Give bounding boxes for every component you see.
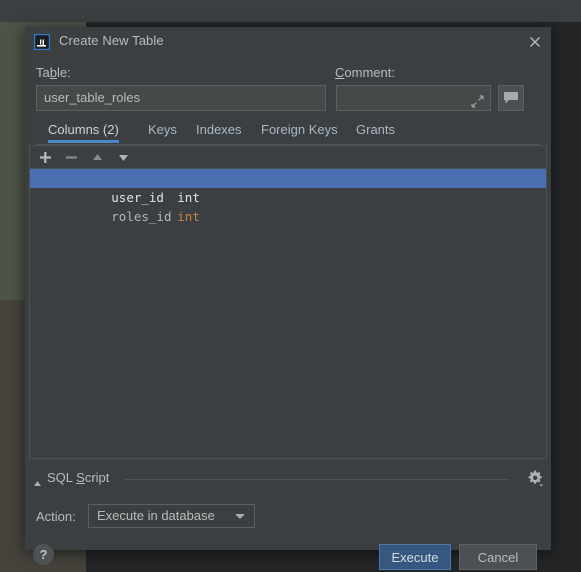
entity-tabs: Columns (2) Keys Indexes Foreign Keys Gr…	[36, 118, 540, 145]
action-select-value: Execute in database	[97, 508, 215, 523]
comment-label: Comment:	[335, 65, 395, 80]
desktop-top-strip	[0, 0, 581, 22]
create-new-table-dialog: IJ Create New Table Table: Comment: user…	[25, 27, 551, 570]
dialog-titlebar: IJ Create New Table	[25, 27, 551, 57]
sql-script-divider	[124, 479, 509, 480]
minus-icon[interactable]	[63, 149, 80, 166]
chevron-down-icon	[235, 514, 245, 519]
tab-grants[interactable]: Grants	[356, 118, 395, 143]
columns-toolbar	[30, 146, 546, 169]
columns-panel: user_id int roles_id int	[29, 145, 547, 459]
table-row[interactable]: user_id int	[30, 169, 546, 205]
help-button[interactable]: ?	[33, 544, 54, 565]
column-name: roles_id	[111, 209, 172, 224]
sql-script-section-header: SQL Script	[29, 470, 547, 488]
columns-list[interactable]: user_id int roles_id int	[30, 169, 546, 458]
execute-button[interactable]: Execute	[379, 544, 451, 570]
table-name-label: Table:	[36, 65, 71, 80]
gear-icon[interactable]	[527, 470, 545, 488]
arrow-down-icon[interactable]	[115, 149, 132, 166]
expand-icon[interactable]	[471, 92, 484, 108]
table-row[interactable]: roles_id int	[30, 188, 546, 224]
action-select[interactable]: Execute in database	[88, 504, 255, 528]
tab-keys[interactable]: Keys	[148, 118, 177, 143]
comment-bubble-icon[interactable]	[498, 85, 524, 111]
sql-script-label[interactable]: SQL Script	[47, 470, 109, 485]
comment-input[interactable]	[336, 85, 491, 111]
dialog-title: Create New Table	[59, 33, 164, 48]
plus-icon[interactable]	[37, 149, 54, 166]
tab-indexes[interactable]: Indexes	[196, 118, 242, 143]
tab-columns[interactable]: Columns (2)	[48, 118, 119, 143]
triangle-up-icon[interactable]	[33, 475, 42, 486]
column-type: int	[177, 209, 200, 224]
tab-foreign-keys[interactable]: Foreign Keys	[261, 118, 338, 143]
screen: IJ Create New Table Table: Comment: user…	[0, 0, 581, 572]
action-label: Action:	[36, 509, 76, 524]
table-name-input[interactable]: user_table_roles	[36, 85, 326, 111]
intellij-idea-icon: IJ	[33, 33, 51, 51]
arrow-up-icon[interactable]	[89, 149, 106, 166]
close-icon[interactable]	[527, 34, 543, 50]
cancel-button[interactable]: Cancel	[459, 544, 537, 570]
